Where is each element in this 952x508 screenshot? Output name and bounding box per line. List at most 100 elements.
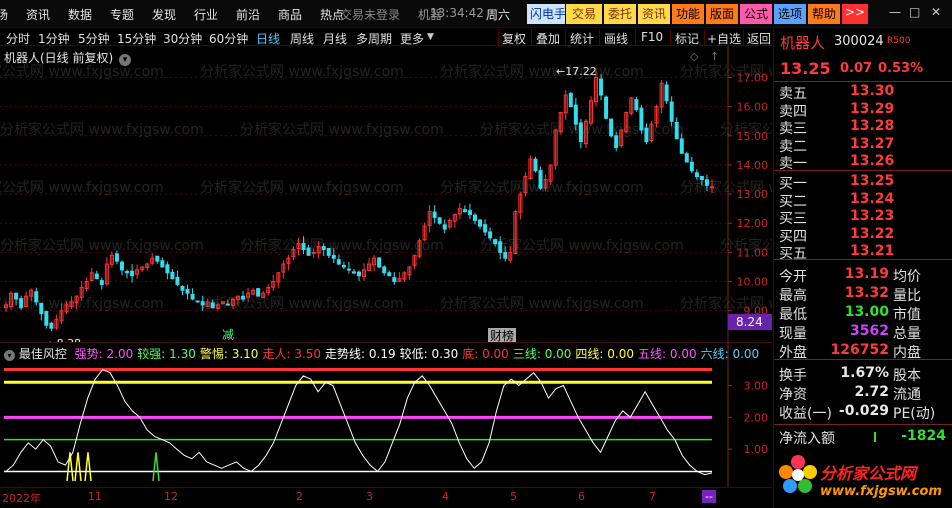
menu-item-discover[interactable]: 发现: [152, 6, 176, 23]
toolbar-button-5[interactable]: 版面: [706, 4, 738, 24]
toolbar-button-0[interactable]: 闪电手: [527, 4, 566, 24]
period-daily[interactable]: 日线: [256, 30, 280, 47]
minimize-icon[interactable]: —: [886, 4, 904, 24]
stats1-label: 最高: [779, 288, 807, 304]
asks-row[interactable]: 卖一 13.26: [774, 153, 952, 172]
menu-item-industry[interactable]: 行业: [194, 6, 218, 23]
quote-panel: 机器人 300024 R500 13.25 0.07 0.53% 卖五 13.30…: [773, 28, 952, 508]
period-tick[interactable]: 分时: [6, 30, 30, 47]
indicator-chart[interactable]: 3.00 2.00 1.00: [0, 342, 772, 487]
period-15min[interactable]: 15分钟: [117, 30, 156, 47]
toolbar-button-4[interactable]: 功能: [672, 4, 704, 24]
menu-item-news[interactable]: 资讯: [26, 6, 50, 23]
stats1-row: 今开 13.19 均价: [774, 266, 952, 285]
asks-row[interactable]: 卖三 13.28: [774, 118, 952, 137]
candle-body: [94, 273, 99, 280]
trend-line: [5, 368, 713, 476]
legend-value: 0.00: [666, 347, 697, 361]
period-1min[interactable]: 1分钟: [38, 30, 70, 47]
candle-body: [382, 266, 387, 274]
toolbar-button-7[interactable]: 选项: [774, 4, 806, 24]
indicator-grid: [0, 342, 772, 487]
period-monthly[interactable]: 月线: [323, 30, 347, 47]
toolbar-button-1[interactable]: 交易: [566, 4, 602, 24]
menu-item-frontier[interactable]: 前沿: [236, 6, 260, 23]
asks-row[interactable]: 卖四 13.29: [774, 101, 952, 120]
divider: [531, 29, 532, 45]
menu-item-market[interactable]: 场: [0, 6, 8, 23]
candle-body: [175, 276, 180, 285]
legend-value: 0.00: [478, 347, 509, 361]
candle-body: [49, 322, 54, 329]
chevron-down-icon[interactable]: ▼: [427, 32, 434, 42]
bids-row[interactable]: 买三 13.23: [774, 208, 952, 227]
bids-row[interactable]: 买二 13.24: [774, 191, 952, 210]
candle-body: [241, 295, 246, 300]
close-icon[interactable]: ✕: [928, 4, 944, 24]
stats-button[interactable]: 统计: [570, 30, 594, 47]
menu-item-topics[interactable]: 专题: [110, 6, 134, 23]
candlestick-chart[interactable]: 分析家公式网 www.fxjgsw.com 分析家公式网 www.fxjgsw.c…: [0, 46, 772, 342]
login-status[interactable]: 交易未登录: [340, 6, 400, 23]
toolbar-button-2[interactable]: 委托: [604, 4, 636, 24]
restore-icon[interactable]: □: [906, 4, 923, 24]
add-watchlist-button[interactable]: +自选: [707, 30, 741, 47]
clock: 13:34:42: [430, 6, 484, 20]
watermark-text: 分析家公式网 www.fxjgsw.com: [440, 63, 644, 80]
menu-item-commodity[interactable]: 商品: [278, 6, 302, 23]
toolbar-button-3[interactable]: 资讯: [638, 4, 670, 24]
candle-body: [674, 122, 679, 140]
draw-button[interactable]: 画线: [604, 30, 628, 47]
asks-row[interactable]: 卖二 13.27: [774, 136, 952, 155]
period-more[interactable]: 更多: [400, 30, 424, 47]
adjust-button[interactable]: 复权: [502, 30, 526, 47]
stats1-label: 现量: [779, 326, 807, 342]
divider: [774, 81, 952, 82]
legend-value: 0.30: [427, 347, 459, 361]
indicator-name[interactable]: 最佳风控: [19, 347, 67, 361]
bids-row[interactable]: 买一 13.25: [774, 173, 952, 192]
site-logo: 分析家公式网 www.fxjgsw.com: [776, 448, 952, 508]
period-60min[interactable]: 60分钟: [209, 30, 248, 47]
up-arrow-icon[interactable]: ↑: [710, 50, 719, 63]
period-weekly[interactable]: 周线: [290, 30, 314, 47]
legend-value: 0.00: [728, 347, 760, 361]
period-multi[interactable]: 多周期: [356, 30, 392, 47]
back-button[interactable]: 返回: [747, 30, 771, 47]
logo-url: www.fxjgsw.com: [820, 484, 942, 499]
axis-label: 6: [578, 490, 585, 503]
candle-body: [533, 158, 538, 172]
chevron-down-icon[interactable]: ▾: [119, 54, 132, 66]
candle-body: [710, 186, 714, 189]
bids-row[interactable]: 买四 13.22: [774, 226, 952, 245]
candle-body: [130, 270, 135, 277]
f10-button[interactable]: F10: [641, 30, 663, 44]
period-5min[interactable]: 5分钟: [78, 30, 110, 47]
legend-label: 底:: [462, 347, 479, 361]
event-label-reduce: 减: [222, 328, 234, 342]
candle-body: [165, 264, 170, 274]
axis-label: 2022年: [2, 492, 41, 505]
bids-price: 13.21: [850, 243, 895, 259]
diamond-icon[interactable]: ◇: [690, 50, 698, 63]
stats1-label2: 总量: [893, 326, 921, 342]
overlay-button[interactable]: 叠加: [536, 30, 560, 47]
bids-row[interactable]: 买五 13.21: [774, 243, 952, 262]
mark-button[interactable]: 标记: [675, 30, 699, 47]
signal-spike: [152, 452, 160, 482]
toolbar-button-9[interactable]: >>: [842, 4, 868, 24]
chevron-down-icon[interactable]: ▾: [4, 350, 15, 361]
toolbar-button-8[interactable]: 帮助: [808, 4, 840, 24]
asks-row[interactable]: 卖五 13.30: [774, 83, 952, 102]
divider: [498, 29, 499, 45]
toolbar-button-6[interactable]: 公式: [740, 4, 772, 24]
stats1-label: 今开: [779, 269, 807, 285]
candle-body: [210, 302, 215, 309]
net-inflow-label: 净流入额: [779, 431, 835, 447]
candle-body: [684, 153, 689, 163]
divider: [743, 29, 744, 45]
candle-body: [357, 271, 361, 277]
period-30min[interactable]: 30分钟: [163, 30, 202, 47]
candle-body: [568, 92, 573, 108]
menu-item-data[interactable]: 数据: [68, 6, 92, 23]
